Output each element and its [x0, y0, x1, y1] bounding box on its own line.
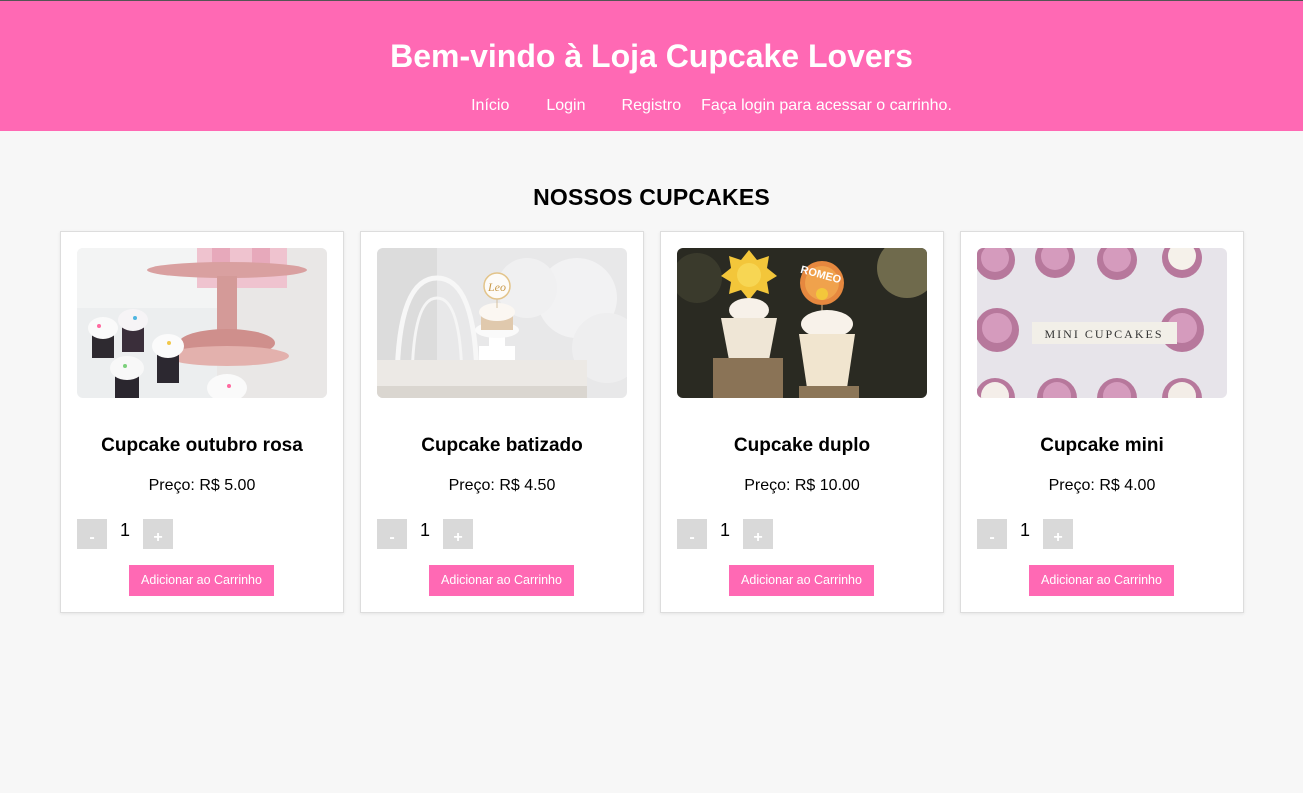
quantity-value: 1 — [719, 520, 730, 540]
increase-quantity-button[interactable]: + — [143, 519, 173, 549]
add-to-cart-button[interactable]: Adicionar ao Carrinho — [129, 565, 274, 596]
product-image — [77, 248, 327, 398]
product-image: MINI CUPCAKES — [977, 248, 1227, 398]
cart-login-message: Faça login para acessar o carrinho. — [701, 97, 952, 114]
product-grid: Cupcake outubro rosa Preço: R$ 5.00 - 1 … — [60, 231, 1244, 613]
banner-text: MINI CUPCAKES — [1044, 327, 1163, 341]
product-price: Preço: R$ 10.00 — [744, 477, 860, 494]
product-price: Preço: R$ 4.00 — [1048, 477, 1156, 494]
decrease-quantity-button[interactable]: - — [377, 519, 407, 549]
decrease-quantity-button[interactable]: - — [677, 519, 707, 549]
product-card: Leo Cupcake batizado Preço: R$ 4.50 - 1 … — [360, 231, 644, 613]
product-name: Cupcake outubro rosa — [101, 435, 303, 456]
decrease-quantity-button[interactable]: - — [77, 519, 107, 549]
quantity-value: 1 — [119, 520, 130, 540]
quantity-value: 1 — [419, 520, 430, 540]
product-name: Cupcake batizado — [421, 435, 583, 456]
product-price: Preço: R$ 4.50 — [448, 477, 556, 494]
product-card: ROMEO Cupcake duplo Preço: R$ 10.00 - 1 … — [660, 231, 944, 613]
section-title: NOSSOS CUPCAKES — [533, 184, 770, 210]
product-card: Cupcake outubro rosa Preço: R$ 5.00 - 1 … — [60, 231, 344, 613]
decrease-quantity-button[interactable]: - — [977, 519, 1007, 549]
site-header: Bem-vindo à Loja Cupcake Lovers Início L… — [0, 0, 1303, 131]
add-to-cart-button[interactable]: Adicionar ao Carrinho — [729, 565, 874, 596]
product-image: Leo — [377, 248, 627, 398]
product-image: ROMEO — [677, 248, 927, 398]
product-card: MINI CUPCAKES Cupcake mini Preço: R$ 4.0… — [960, 231, 1244, 613]
add-to-cart-button[interactable]: Adicionar ao Carrinho — [1029, 565, 1174, 596]
quantity-value: 1 — [1019, 520, 1030, 540]
nav-link-registro[interactable]: Registro — [622, 96, 682, 116]
nav-link-inicio[interactable]: Início — [471, 96, 509, 116]
product-name: Cupcake mini — [1040, 435, 1164, 456]
page-title: Bem-vindo à Loja Cupcake Lovers — [390, 38, 913, 74]
main-nav: Início Login Registro Faça login para ac… — [0, 96, 1303, 116]
add-to-cart-button[interactable]: Adicionar ao Carrinho — [429, 565, 574, 596]
increase-quantity-button[interactable]: + — [1043, 519, 1073, 549]
topper-text: Leo — [487, 280, 506, 294]
product-name: Cupcake duplo — [733, 435, 871, 456]
increase-quantity-button[interactable]: + — [743, 519, 773, 549]
increase-quantity-button[interactable]: + — [443, 519, 473, 549]
product-price: Preço: R$ 5.00 — [148, 477, 256, 494]
nav-link-login[interactable]: Login — [546, 96, 585, 116]
